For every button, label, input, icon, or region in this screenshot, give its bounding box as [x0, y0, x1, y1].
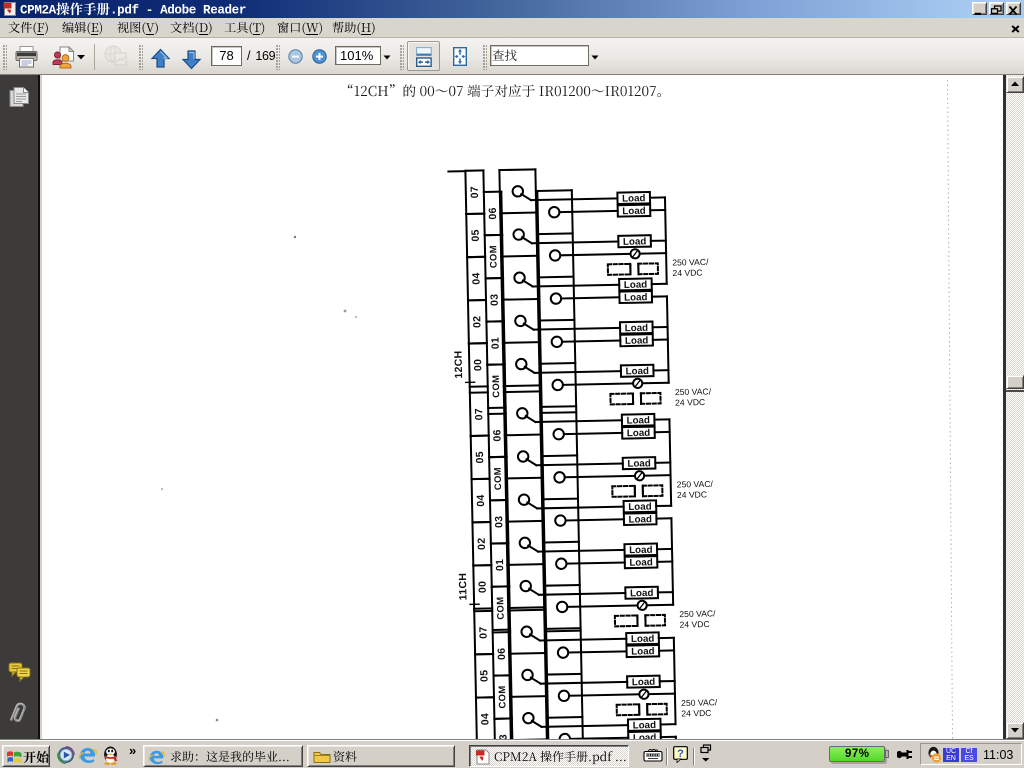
- svg-text:02: 02: [476, 537, 488, 550]
- svg-text:03: 03: [489, 294, 501, 307]
- svg-text:250 VAC/: 250 VAC/: [672, 257, 709, 268]
- svg-text:Load: Load: [626, 415, 650, 426]
- svg-text:24 VDC: 24 VDC: [681, 708, 711, 719]
- svg-text:Load: Load: [625, 335, 649, 346]
- svg-text:24 VDC: 24 VDC: [679, 619, 709, 630]
- svg-text:Load: Load: [633, 733, 657, 740]
- svg-text:Load: Load: [629, 545, 653, 556]
- svg-text:Load: Load: [631, 634, 655, 645]
- svg-text:250 VAC/: 250 VAC/: [681, 697, 718, 708]
- svg-text:.pdf - Adobe Reader: .pdf - Adobe Reader: [110, 4, 246, 18]
- svg-text:Load: Load: [628, 502, 652, 513]
- svg-text:07: 07: [473, 408, 485, 421]
- svg-text:12CH: 12CH: [453, 350, 466, 378]
- svg-text:07: 07: [469, 186, 481, 199]
- svg-text:05: 05: [470, 229, 482, 242]
- svg-text:Load: Load: [632, 677, 656, 688]
- svg-text:Load: Load: [622, 206, 646, 217]
- svg-text:11CH: 11CH: [457, 573, 470, 601]
- svg-text:COM: COM: [488, 245, 499, 268]
- svg-text:07: 07: [478, 626, 490, 639]
- svg-text:24 VDC: 24 VDC: [677, 489, 707, 500]
- svg-text:COM: COM: [497, 685, 508, 708]
- svg-text:01: 01: [490, 337, 502, 350]
- svg-text:Load: Load: [630, 588, 654, 599]
- svg-text:Load: Load: [629, 557, 653, 568]
- svg-text:Load: Load: [624, 280, 648, 291]
- svg-text:06: 06: [496, 648, 508, 661]
- svg-text:04: 04: [479, 713, 491, 726]
- svg-text:COM: COM: [493, 467, 504, 490]
- svg-text:24 VDC: 24 VDC: [672, 267, 702, 278]
- svg-text:24 VDC: 24 VDC: [675, 397, 705, 408]
- svg-text:06: 06: [491, 429, 503, 442]
- svg-text:05: 05: [478, 670, 490, 683]
- svg-text:00: 00: [472, 359, 484, 372]
- svg-text:Load: Load: [622, 193, 646, 204]
- svg-text:05: 05: [474, 451, 486, 464]
- svg-text:COM: COM: [491, 375, 502, 398]
- svg-text:Load: Load: [624, 292, 648, 303]
- svg-text:00: 00: [477, 581, 489, 594]
- svg-text:Load: Load: [623, 236, 647, 247]
- svg-text:Load: Load: [625, 323, 649, 334]
- svg-text:04: 04: [470, 272, 482, 285]
- svg-text:02: 02: [471, 316, 483, 329]
- svg-text:Load: Load: [625, 366, 649, 377]
- svg-text:04: 04: [475, 494, 487, 507]
- svg-text:03: 03: [493, 516, 505, 529]
- svg-text:250 VAC/: 250 VAC/: [679, 608, 716, 619]
- svg-text:?: ?: [677, 748, 684, 760]
- svg-text:250 VAC/: 250 VAC/: [675, 386, 712, 397]
- svg-text:250 VAC/: 250 VAC/: [677, 479, 714, 490]
- svg-text:Load: Load: [631, 646, 655, 657]
- svg-text:Load: Load: [633, 720, 657, 731]
- svg-text:06: 06: [487, 207, 499, 220]
- svg-text:COM: COM: [495, 597, 506, 620]
- svg-text:CPM2A: CPM2A: [20, 4, 57, 18]
- svg-text:Load: Load: [628, 514, 652, 525]
- svg-text:01: 01: [494, 559, 506, 572]
- svg-text:Load: Load: [627, 428, 651, 439]
- svg-text:Load: Load: [627, 458, 651, 469]
